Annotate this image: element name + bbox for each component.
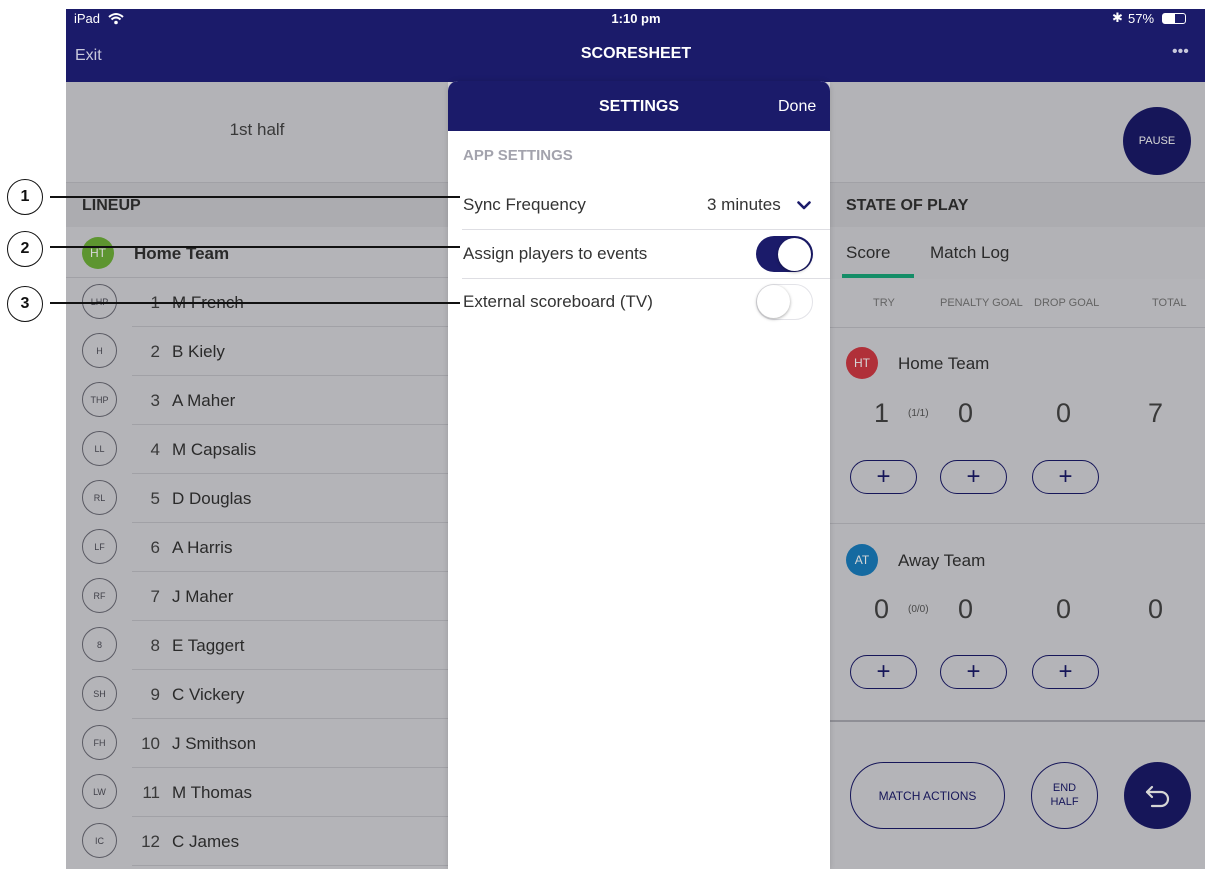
app-settings-section-label: APP SETTINGS (463, 147, 573, 164)
callout-line-1 (50, 196, 460, 198)
nav-bar: Exit SCORESHEET ••• (66, 29, 1205, 82)
done-button[interactable]: Done (778, 98, 816, 116)
battery-percent: 57% (1128, 11, 1155, 26)
sync-frequency-value[interactable]: 3 minutes (707, 195, 781, 215)
settings-title: SETTINGS (598, 98, 679, 115)
clock: 1:10 pm (611, 11, 661, 26)
callout-marker-1: 1 (7, 179, 43, 215)
chevron-down-icon[interactable] (797, 201, 811, 210)
callout-line-2 (50, 246, 460, 248)
exit-button[interactable]: Exit (75, 47, 102, 65)
wifi-icon (108, 13, 124, 25)
assign-players-toggle[interactable] (756, 236, 813, 272)
callout-marker-3: 3 (7, 286, 43, 322)
status-bar: iPad 1:10 pm ✱ 57% (66, 9, 1205, 29)
sync-frequency-label: Sync Frequency (463, 195, 586, 214)
sync-frequency-row[interactable]: Sync Frequency 3 minutes (448, 180, 830, 229)
device-label: iPad (74, 11, 101, 26)
more-menu-button[interactable]: ••• (1172, 43, 1189, 61)
dim-overlay-right (830, 82, 1205, 869)
settings-header: SETTINGS Done (448, 81, 830, 131)
callout-line-3 (50, 302, 460, 304)
external-scoreboard-label: External scoreboard (TV) (463, 292, 653, 311)
settings-modal: SETTINGS Done APP SETTINGS Sync Frequenc… (448, 81, 830, 869)
external-scoreboard-toggle[interactable] (756, 284, 813, 320)
bluetooth-icon: ✱ (1112, 10, 1123, 25)
battery-icon (1162, 13, 1186, 24)
toggle-knob (757, 285, 790, 318)
dim-overlay-left (66, 82, 448, 869)
callout-marker-2: 2 (7, 231, 43, 267)
assign-players-label: Assign players to events (463, 244, 648, 263)
page-title: SCORESHEET (580, 45, 692, 62)
assign-players-row: Assign players to events (448, 230, 830, 278)
toggle-knob (778, 237, 811, 271)
external-scoreboard-row: External scoreboard (TV) (448, 279, 830, 327)
